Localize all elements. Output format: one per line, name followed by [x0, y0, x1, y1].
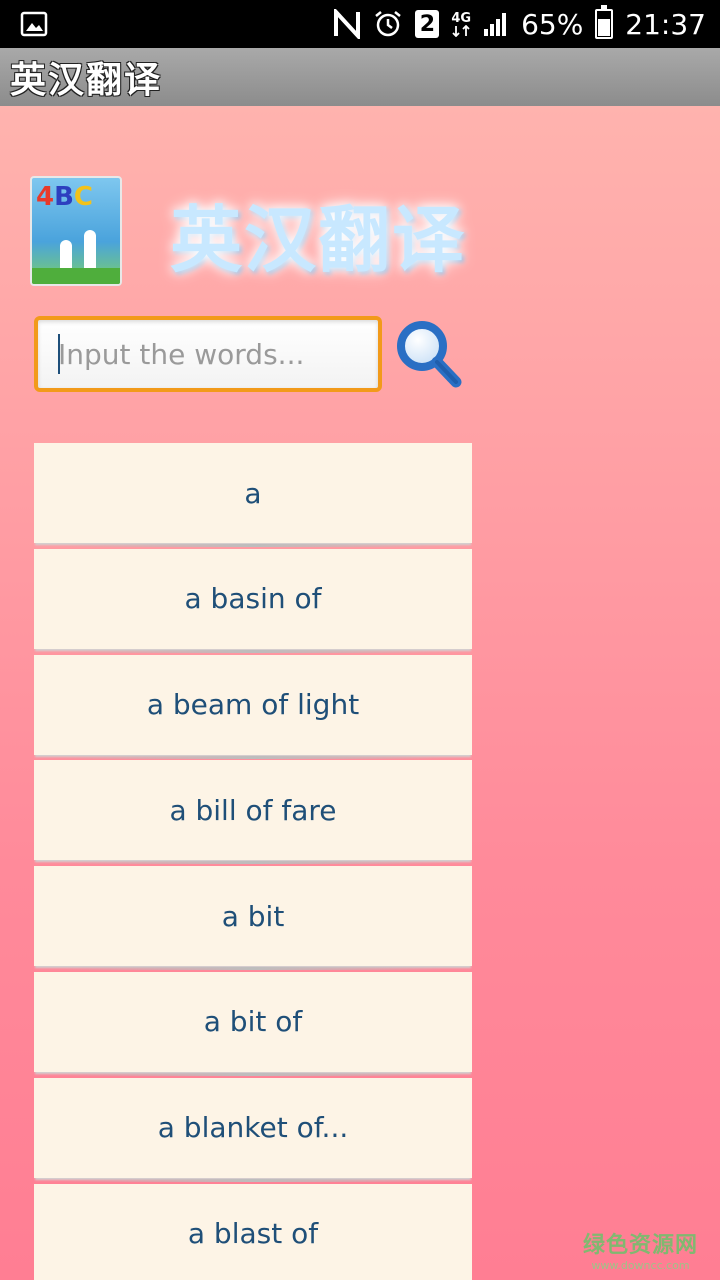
alarm-icon — [373, 9, 403, 39]
status-bar: 2 4G 65% 21:37 — [0, 0, 720, 48]
signal-icon — [483, 11, 509, 37]
grass-decoration — [32, 268, 120, 284]
list-item[interactable]: a bill of fare — [34, 760, 472, 865]
list-item[interactable]: a — [34, 443, 472, 547]
watermark-name: 绿色资源网 — [582, 1233, 698, 1258]
search-button[interactable] — [392, 316, 464, 392]
search-field[interactable] — [34, 316, 382, 392]
main-content: 4BC 英汉翻译 a a basin of a beam of light a … — [0, 106, 720, 1280]
nfc-icon — [333, 9, 361, 39]
list-item[interactable]: a bit — [34, 866, 472, 971]
app-title: 英汉翻译 — [10, 60, 163, 101]
watermark: 绿色资源网 www.downcc.com — [583, 1227, 698, 1272]
list-item-label: a — [244, 476, 262, 510]
app-logo-image: 4BC — [30, 176, 122, 286]
list-item-label: a bit of — [203, 1005, 303, 1039]
network-type-icon: 4G — [451, 12, 471, 37]
status-icons: 2 4G 65% 21:37 — [333, 0, 706, 48]
battery-percent: 65% — [521, 7, 584, 41]
list-item-label: a beam of light — [146, 688, 360, 722]
list-item[interactable]: a blanket of... — [34, 1077, 472, 1182]
list-item[interactable]: a beam of light — [34, 654, 472, 759]
search-input[interactable] — [38, 320, 378, 388]
gallery-notification-icon — [20, 10, 48, 42]
list-item-label: a blast of — [187, 1217, 319, 1251]
logo-letters: 4BC — [36, 182, 94, 212]
list-item[interactable]: a basin of — [34, 548, 472, 653]
list-item-label: a bill of fare — [169, 793, 337, 827]
list-item[interactable]: a bit of — [34, 971, 472, 1076]
battery-icon — [595, 5, 614, 39]
app-title-bar: 英汉翻译 — [0, 48, 720, 106]
watermark-url: www.downcc.com — [591, 1259, 690, 1272]
list-item[interactable]: a blast of — [34, 1183, 472, 1280]
logo-title: 英汉翻译 — [170, 198, 467, 282]
word-list[interactable]: a a basin of a beam of light a bill of f… — [34, 443, 472, 1280]
network-type-label: 4G — [451, 10, 472, 26]
text-caret — [58, 334, 60, 374]
list-item-label: a blanket of... — [157, 1111, 349, 1145]
clock: 21:37 — [625, 7, 706, 41]
sim-slot-badge: 2 — [415, 10, 440, 38]
list-item-label: a bit — [221, 899, 285, 933]
list-item-label: a basin of — [184, 582, 322, 616]
search-icon — [397, 321, 462, 388]
